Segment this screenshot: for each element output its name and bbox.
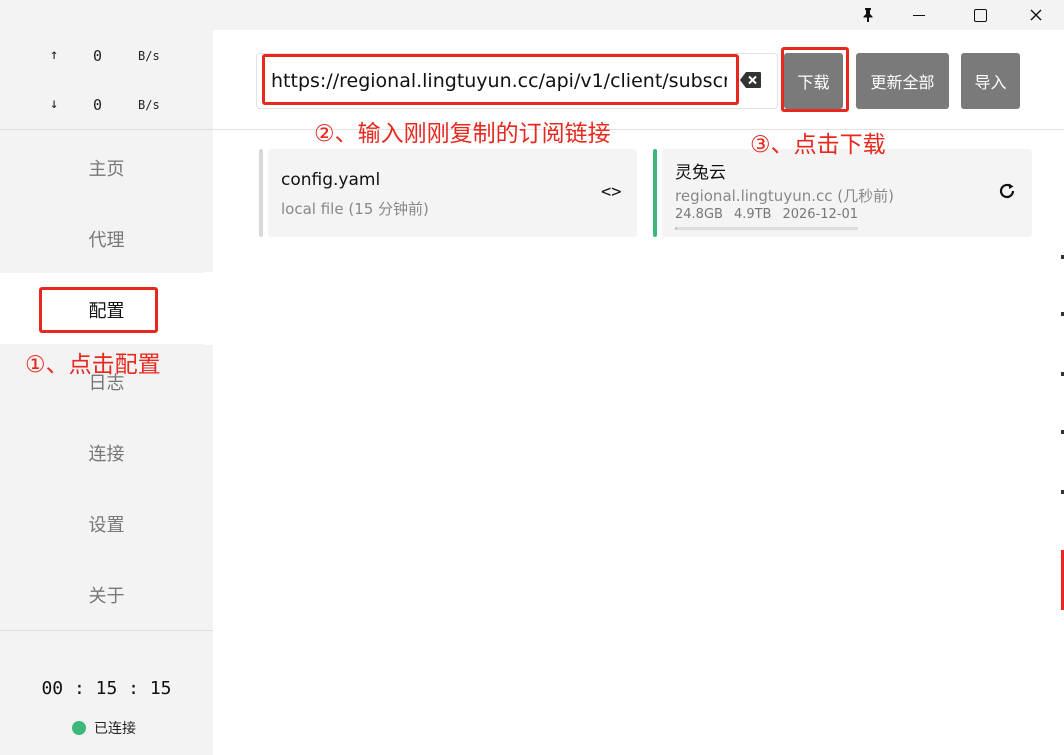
annotation-box-download: [781, 47, 849, 112]
clear-input-icon[interactable]: [740, 71, 762, 89]
upload-speed-unit: B/s: [138, 49, 160, 63]
edit-code-icon[interactable]: <>: [601, 182, 621, 202]
connection-timer: 00 : 15 : 15: [41, 678, 172, 699]
sidebar-item-connections[interactable]: 连接: [0, 418, 213, 488]
profile-indicator: [259, 149, 263, 237]
profile-title: 灵兔云: [675, 163, 726, 183]
usage-progress-bar: [675, 227, 858, 230]
pin-icon[interactable]: [843, 0, 893, 30]
profile-active-indicator: [653, 149, 657, 237]
upload-arrow-icon: ↑: [50, 47, 59, 63]
expire-date: 2026-12-01: [782, 207, 859, 222]
connection-status: 已连接: [72, 718, 136, 738]
profile-subtitle: regional.lingtuyun.cc (几秒前): [675, 187, 894, 205]
import-button[interactable]: 导入: [961, 53, 1020, 109]
sidebar-item-proxy[interactable]: 代理: [0, 204, 213, 274]
title-bar: [0, 0, 1064, 30]
refresh-icon[interactable]: [997, 181, 1017, 201]
update-all-button[interactable]: 更新全部: [856, 53, 949, 109]
traffic-total: 4.9TB: [733, 207, 772, 222]
sidebar-divider: [0, 129, 213, 130]
upload-speed: ↑ 0 B/s: [0, 47, 213, 67]
usage-progress-fill: [675, 227, 677, 230]
download-speed-value: 0: [93, 96, 103, 114]
connection-status-label: 已连接: [94, 721, 136, 737]
maximize-icon[interactable]: [955, 0, 1005, 30]
close-icon[interactable]: [1011, 0, 1061, 30]
minimize-icon[interactable]: [894, 0, 944, 30]
annotation-step2: ②、输入刚刚复制的订阅链接: [314, 121, 611, 147]
annotation-box-profiles: [39, 287, 158, 333]
status-dot-icon: [72, 721, 86, 735]
profile-title: config.yaml: [281, 170, 381, 190]
sidebar: ↑ 0 B/s ↓ 0 B/s 主页 代理 配置 日志 连接 设置 关于 00 …: [0, 30, 213, 755]
sidebar-bottom-divider: [0, 630, 213, 631]
sidebar-item-home[interactable]: 主页: [0, 133, 213, 203]
profile-subtitle: local file (15 分钟前): [281, 200, 429, 218]
download-speed-unit: B/s: [138, 98, 160, 112]
sidebar-item-about[interactable]: 关于: [0, 560, 213, 630]
download-speed: ↓ 0 B/s: [0, 96, 213, 116]
download-arrow-icon: ↓: [50, 96, 59, 112]
annotation-box-url: [262, 54, 739, 105]
annotation-step1: ①、点击配置: [25, 352, 161, 378]
traffic-used: 24.8GB: [675, 207, 723, 222]
profile-card-local[interactable]: config.yaml local file (15 分钟前) <>: [259, 149, 637, 237]
annotation-step3: ③、点击下载: [750, 132, 886, 158]
sidebar-item-settings[interactable]: 设置: [0, 489, 213, 559]
upload-speed-value: 0: [93, 47, 103, 65]
profile-card-subscription[interactable]: 灵兔云 regional.lingtuyun.cc (几秒前) 24.8GB 4…: [653, 149, 1032, 237]
profile-stats: 24.8GB 4.9TB 2026-12-01: [675, 207, 858, 222]
